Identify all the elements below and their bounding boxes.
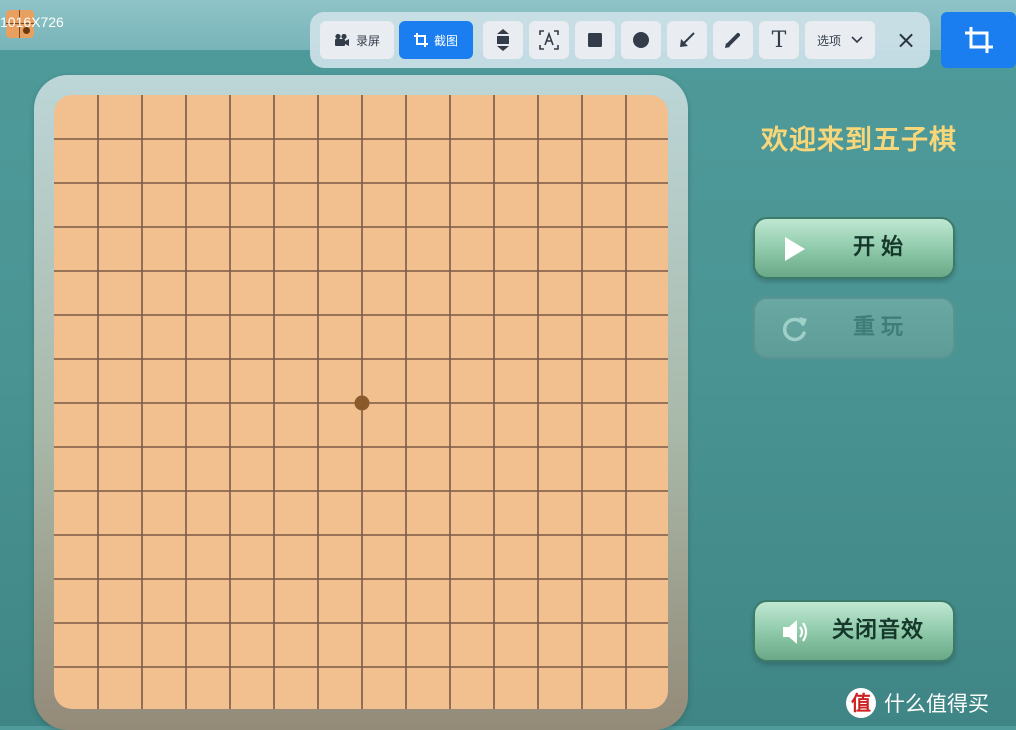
gomoku-board[interactable] (54, 95, 668, 709)
sound-off-button[interactable]: 关闭音效 (753, 600, 955, 662)
crop-confirm-button[interactable] (941, 12, 1016, 68)
ocr-button[interactable] (529, 21, 569, 59)
text-tool-icon: T (771, 27, 787, 53)
screenshot-button[interactable]: 截图 (399, 21, 473, 59)
welcome-title: 欢迎来到五子棋 (761, 125, 957, 156)
star-point (354, 395, 370, 411)
speaker-icon (783, 620, 808, 644)
chevron-down-icon (851, 36, 863, 44)
rectangle-tool-button[interactable] (575, 21, 615, 59)
record-screen-button[interactable]: 录屏 (320, 21, 394, 59)
text-tool-button[interactable]: T (759, 21, 799, 59)
watermark: 值 什么值得买 (846, 686, 989, 720)
start-button[interactable]: 开始 (753, 217, 955, 279)
toolbar-close-button[interactable]: × (887, 21, 925, 59)
replay-button[interactable]: 重玩 (753, 297, 955, 359)
crop-icon (964, 27, 993, 53)
refresh-icon (782, 317, 807, 342)
options-label: 选项 (816, 33, 841, 48)
pen-tool-button[interactable] (713, 21, 753, 59)
start-label: 开始 (852, 235, 909, 260)
screenshot-toolbar: 录屏 截图 T 选项 × (310, 12, 930, 68)
capture-size-label: 1016X726 (0, 14, 64, 30)
arrow-tool-button[interactable] (667, 21, 707, 59)
scroll-capture-icon (497, 29, 509, 51)
play-icon (785, 237, 805, 261)
close-icon: × (895, 26, 917, 54)
record-screen-label: 录屏 (355, 33, 380, 48)
text-recognition-icon (539, 30, 559, 50)
camera-icon (334, 33, 349, 46)
screenshot-label: 截图 (433, 33, 458, 48)
sound-off-label: 关闭音效 (831, 618, 924, 643)
smzdm-logo-icon: 值 (846, 688, 876, 718)
pen-icon (725, 33, 740, 48)
circle-icon (633, 32, 649, 48)
board-grid (54, 95, 668, 709)
watermark-text: 什么值得买 (884, 692, 989, 716)
rectangle-icon (588, 33, 602, 47)
options-dropdown[interactable]: 选项 (805, 21, 875, 59)
long-screenshot-button[interactable] (483, 21, 523, 59)
ellipse-tool-button[interactable] (621, 21, 661, 59)
arrow-icon (680, 32, 695, 47)
crop-icon (413, 33, 428, 47)
replay-label: 重玩 (852, 315, 909, 340)
